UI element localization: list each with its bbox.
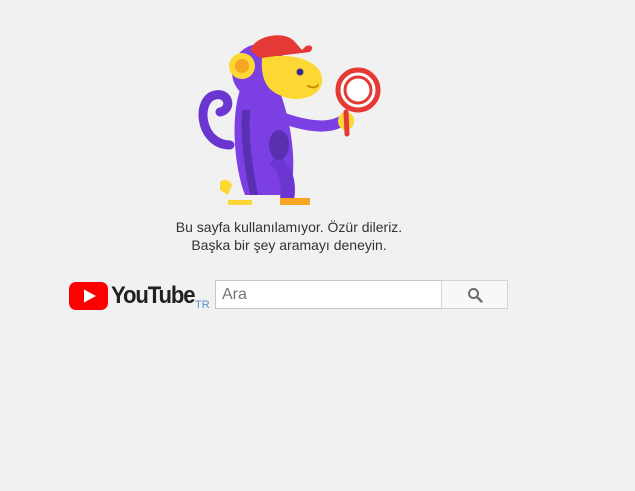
error-message: Bu sayfa kullanılamıyor. Özür dileriz. B… (0, 218, 578, 254)
search-input[interactable] (215, 280, 446, 309)
monkey-illustration (198, 35, 381, 205)
error-message-line1: Bu sayfa kullanılamıyor. Özür dileriz. (175, 219, 403, 235)
country-code: TR (195, 299, 210, 311)
search-icon (467, 287, 483, 303)
error-page: Bu sayfa kullanılamıyor. Özür dileriz. B… (0, 0, 635, 491)
youtube-logo[interactable]: YouTube TR (69, 281, 213, 313)
search-button[interactable] (441, 280, 508, 309)
youtube-play-icon (69, 282, 108, 310)
error-message-line2: Başka bir şey aramayı deneyin. (191, 237, 387, 253)
youtube-wordmark: YouTube (111, 282, 196, 309)
